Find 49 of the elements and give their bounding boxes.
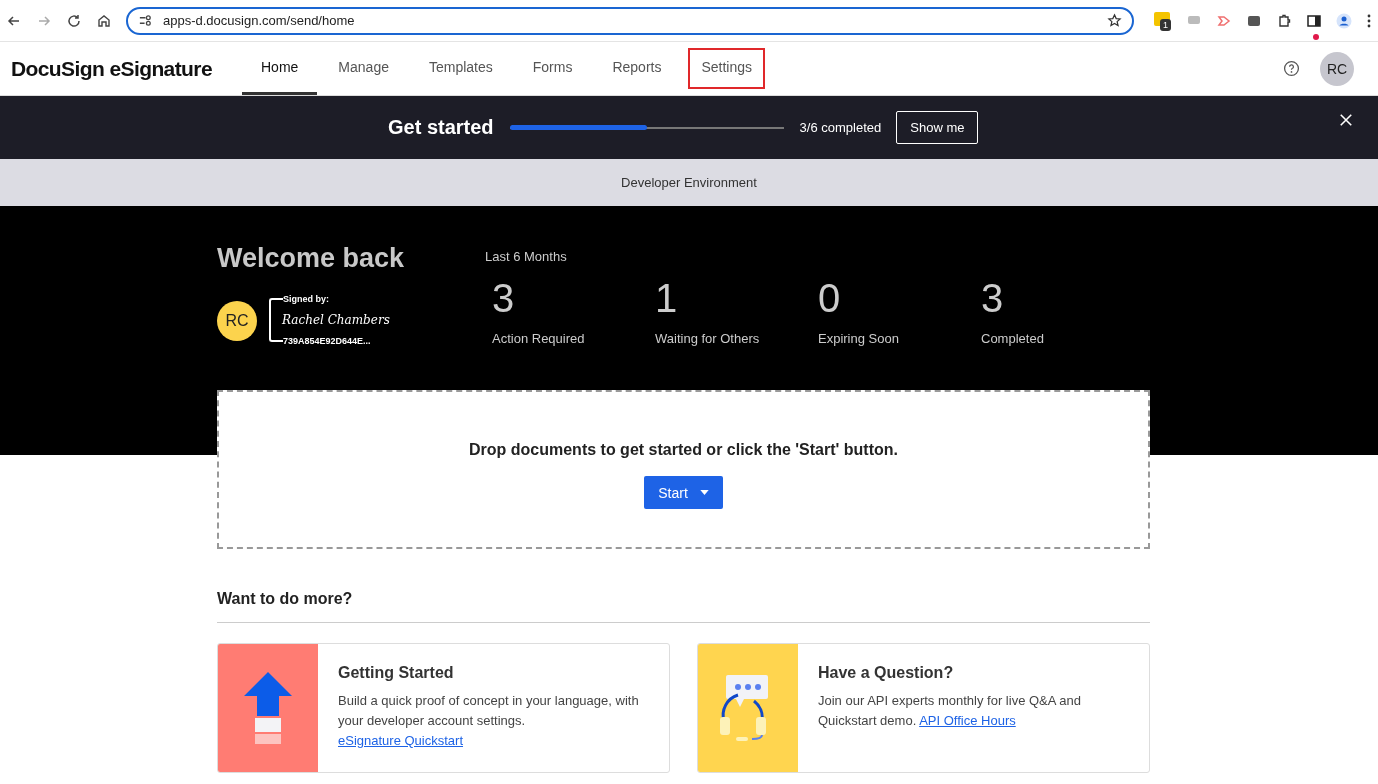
drop-zone[interactable]: Drop documents to get started or click the 'Start' button. Start <box>217 390 1150 549</box>
welcome-title: Welcome back <box>217 243 406 274</box>
help-icon[interactable] <box>1283 60 1300 77</box>
nav-tab[interactable]: Forms <box>513 42 592 95</box>
card-link[interactable]: API Office Hours <box>919 713 1016 728</box>
signature: Rachel Chambers <box>281 312 391 328</box>
site-settings-icon[interactable] <box>138 13 153 28</box>
menu-icon[interactable] <box>1366 12 1372 29</box>
card-text: Join our API experts monthly for live Q&A and Quickstart demo. API Office Hours <box>818 692 1083 730</box>
extension-badge: 1 <box>1160 18 1171 31</box>
signed-by-label: Signed by: <box>283 294 393 304</box>
user-avatar: RC <box>217 301 257 341</box>
home-icon[interactable] <box>96 12 112 29</box>
stat-value[interactable]: 1 <box>655 276 818 321</box>
drop-zone-text: Drop documents to get started or click the 'Start' button. <box>469 441 898 459</box>
caret-icon <box>699 490 709 495</box>
address-bar[interactable]: apps-d.docusign.com/send/home <box>126 6 1134 35</box>
environment-label: Developer Environment <box>621 175 757 190</box>
stat-label[interactable]: Action Required <box>492 331 655 346</box>
side-panel-icon[interactable] <box>1306 12 1322 29</box>
nav-tab[interactable]: Settings <box>682 42 772 95</box>
nav-tab[interactable]: Templates <box>409 42 512 95</box>
section-title: Want to do more? <box>217 590 1150 623</box>
start-button[interactable]: Start <box>644 476 723 509</box>
nav-tab[interactable]: Manage <box>319 42 408 95</box>
card-text: Build a quick proof of concept in your language, with your developer account settings. eSignature Quickstart <box>338 692 640 750</box>
stat-value[interactable]: 0 <box>818 276 981 321</box>
get-started-title: Get started <box>388 116 494 139</box>
profile-icon[interactable] <box>1336 12 1352 29</box>
nav-tab[interactable]: Reports <box>593 42 681 95</box>
card-title: Have a Question? <box>818 664 954 681</box>
reload-icon[interactable] <box>66 12 82 29</box>
stat-label[interactable]: Waiting for Others <box>655 331 818 346</box>
period-label: Last 6 Months <box>485 249 568 264</box>
stat-label[interactable]: Completed <box>981 331 1144 346</box>
progress-text: 3/6 completed <box>799 120 882 135</box>
user-avatar[interactable]: RC <box>1320 51 1354 86</box>
card-title: Getting Started <box>338 664 454 681</box>
stat-value[interactable]: 3 <box>981 276 1144 321</box>
upload-arrow-icon <box>243 672 293 744</box>
star-icon[interactable] <box>1107 13 1122 28</box>
card-link[interactable]: eSignature Quickstart <box>338 733 463 748</box>
show-me-button[interactable]: Show me <box>896 111 979 144</box>
logo[interactable]: DocuSign eSignature <box>11 56 231 81</box>
stat-value[interactable]: 3 <box>492 276 655 321</box>
url-text: apps-d.docusign.com/send/home <box>163 13 356 28</box>
signature-id: 739A854E92D644E... <box>283 336 393 346</box>
stat-label[interactable]: Expiring Soon <box>818 331 981 346</box>
close-icon[interactable] <box>1339 113 1353 127</box>
